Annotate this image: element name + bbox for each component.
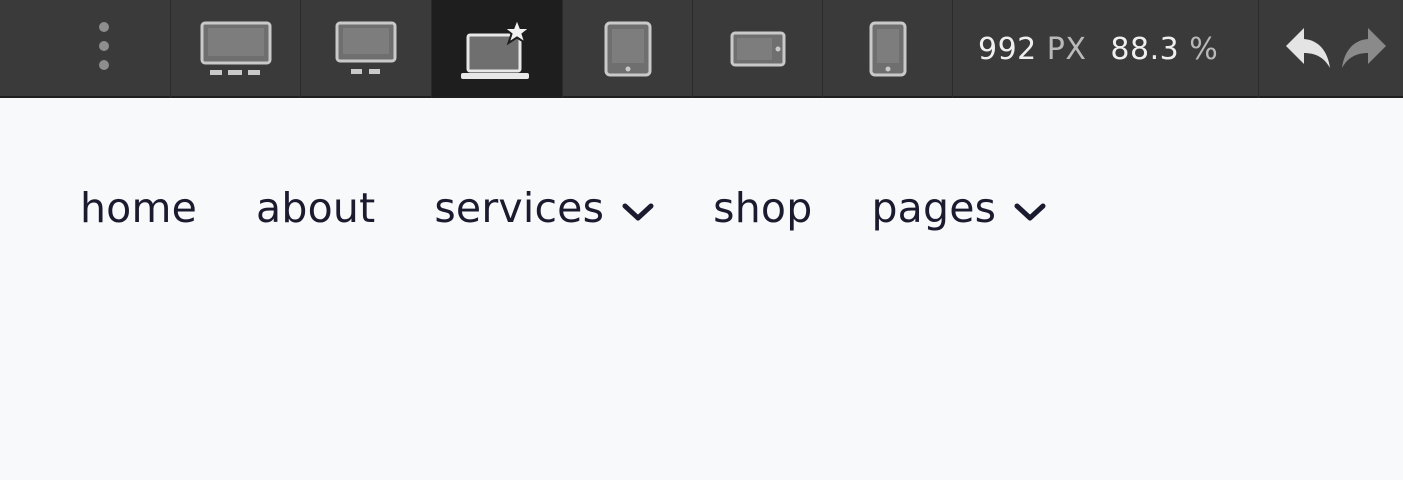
chevron-down-icon	[1014, 184, 1046, 232]
device-tablet-landscape-button[interactable]	[693, 0, 823, 98]
zoom-unit: %	[1189, 31, 1219, 67]
undo-button[interactable]	[1284, 26, 1332, 72]
device-desktop-large-button[interactable]	[171, 0, 301, 98]
nav-item-pages[interactable]: pages	[871, 184, 1046, 232]
phone-icon	[869, 21, 907, 77]
nav-item-label: shop	[713, 184, 813, 232]
laptop-star-icon	[459, 17, 535, 81]
width-value: 992	[978, 31, 1037, 67]
toolbar-divider	[1258, 0, 1259, 98]
viewport-readout: 992 PX 88.3 %	[978, 0, 1218, 98]
main-nav: home about services shop pages	[80, 184, 1105, 232]
nav-item-home[interactable]: home	[80, 184, 197, 232]
device-laptop-button[interactable]	[432, 0, 563, 98]
device-tablet-button[interactable]	[563, 0, 693, 98]
redo-button[interactable]	[1340, 26, 1388, 72]
undo-icon	[1284, 28, 1332, 76]
preview-canvas: home about services shop pages	[0, 100, 1403, 480]
nav-item-label: services	[434, 184, 605, 232]
nav-item-services[interactable]: services	[434, 184, 654, 232]
nav-item-label: pages	[871, 184, 997, 232]
responsive-toolbar: 992 PX 88.3 %	[0, 0, 1403, 98]
nav-item-label: about	[256, 184, 376, 232]
tablet-landscape-icon	[730, 31, 786, 67]
chevron-down-icon	[622, 184, 654, 232]
zoom-value[interactable]: 88.3	[1110, 32, 1179, 67]
desktop-icon	[335, 21, 397, 77]
nav-item-label: home	[80, 184, 198, 232]
vertical-dots-icon	[93, 20, 115, 72]
width-unit: PX	[1046, 31, 1087, 67]
tablet-icon	[604, 21, 652, 77]
nav-item-about[interactable]: about	[256, 184, 375, 232]
menu-button[interactable]	[0, 0, 171, 98]
desktop-large-icon	[200, 21, 272, 77]
redo-icon	[1340, 28, 1388, 76]
device-phone-button[interactable]	[823, 0, 953, 98]
nav-item-shop[interactable]: shop	[713, 184, 812, 232]
device-desktop-button[interactable]	[301, 0, 432, 98]
